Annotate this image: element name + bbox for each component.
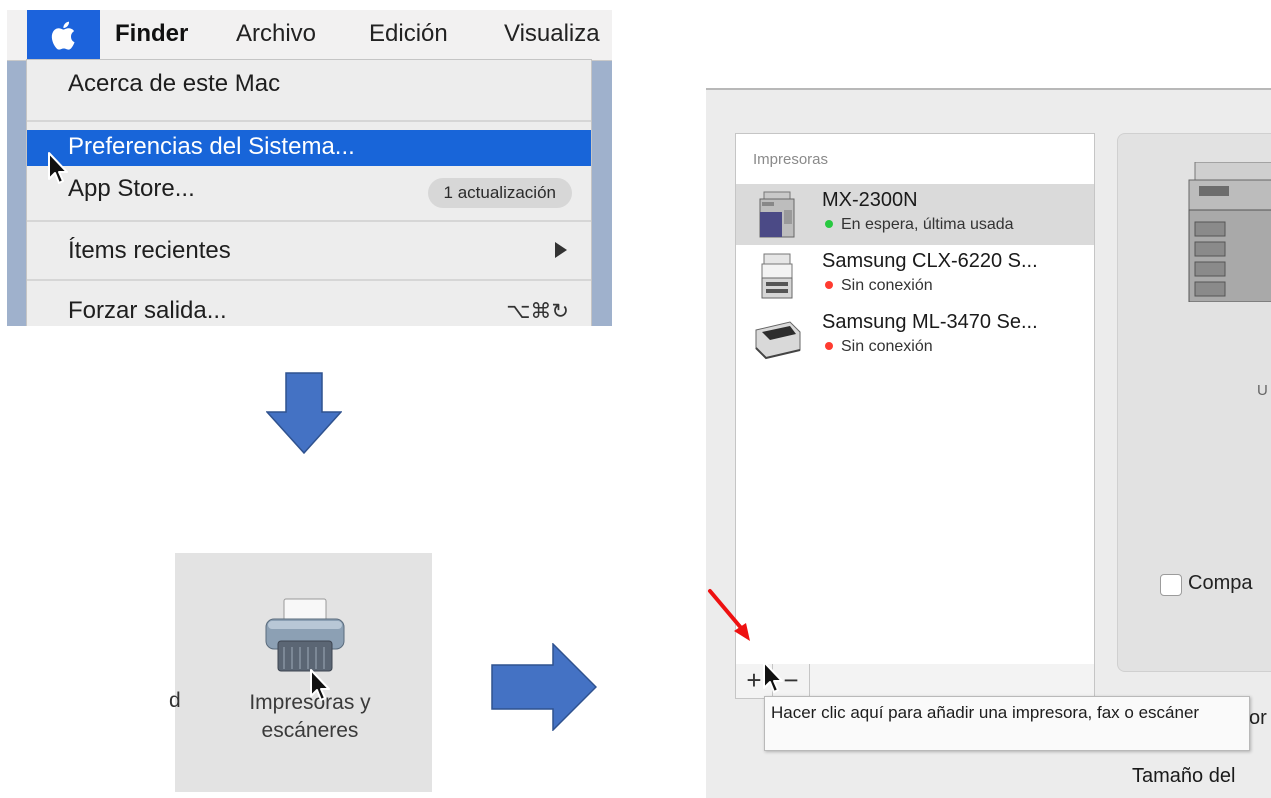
menu-visualizacion[interactable]: Visualiza — [504, 20, 600, 48]
menu-separator — [27, 220, 591, 222]
printer-status-text: Sin conexión — [841, 338, 933, 355]
menu-separator — [27, 120, 591, 122]
red-pointer-arrow-icon — [708, 589, 750, 641]
mouse-cursor-icon — [310, 669, 330, 701]
printer-status-text: Sin conexión — [841, 277, 933, 294]
menu-archivo[interactable]: Archivo — [236, 20, 316, 48]
printer-row[interactable]: Samsung CLX-6220 S... Sin conexión — [736, 245, 1094, 306]
mouse-cursor-icon — [48, 152, 68, 184]
apple-menu-screenshot: Finder Archivo Edición Visualiza Acerca … — [7, 10, 612, 326]
printer-name: MX-2300N — [822, 189, 918, 211]
printer-status: Sin conexión — [822, 338, 933, 356]
add-printer-tooltip: Hacer clic aquí para añadir una impresor… — [764, 696, 1250, 751]
printers-scanners-pane[interactable]: d Impresoras y escáneres — [169, 553, 432, 792]
mouse-cursor-icon — [763, 661, 783, 693]
apple-logo-icon — [51, 21, 74, 50]
printer-status: Sin conexión — [822, 277, 933, 295]
keyboard-shortcut: ⌥⌘↻ — [506, 300, 569, 323]
update-badge: 1 actualización — [427, 178, 572, 208]
arrow-right-icon — [491, 643, 597, 731]
printer-list-header: Impresoras — [753, 151, 829, 168]
menu-item-system-preferences[interactable]: Preferencias del Sistema... — [27, 130, 591, 166]
status-offline-dot-icon — [825, 342, 833, 351]
menu-item-label: Ítems recientes — [68, 237, 231, 264]
menu-item-app-store[interactable]: App Store... 1 actualización — [27, 168, 591, 212]
share-printer-checkbox[interactable] — [1160, 574, 1182, 596]
status-offline-dot-icon — [825, 281, 833, 290]
printer-status: En espera, última usada — [822, 216, 1014, 234]
printer-list: Impresoras MX-2300N En espera, última us… — [735, 133, 1095, 665]
printer-detail-text: U — [1257, 382, 1268, 399]
multifunction-printer-icon — [761, 253, 793, 299]
menu-item-recent-items[interactable]: Ítems recientes — [27, 228, 591, 272]
partial-label: or — [1249, 707, 1267, 729]
menu-finder[interactable]: Finder — [115, 20, 188, 48]
menu-item-about-mac[interactable]: Acerca de este Mac — [27, 70, 591, 110]
submenu-arrow-icon — [555, 242, 567, 258]
printer-row[interactable]: Samsung ML-3470 Se... Sin conexión — [736, 306, 1094, 367]
arrow-down-icon — [266, 372, 342, 454]
copier-printer-icon — [759, 191, 795, 238]
paper-size-label: Tamaño del — [1132, 765, 1236, 787]
apple-menu-dropdown: Acerca de este Mac Preferencias del Sist… — [27, 60, 591, 326]
laser-printer-icon — [755, 321, 801, 360]
menu-item-label: Preferencias del Sistema... — [68, 133, 355, 160]
printer-name: Samsung CLX-6220 S... — [822, 250, 1038, 272]
share-printer-label: Compa — [1188, 572, 1253, 594]
printer-status-text: En espera, última usada — [841, 216, 1014, 233]
menu-item-label: Forzar salida... — [68, 297, 227, 324]
menu-edicion[interactable]: Edición — [369, 20, 448, 48]
printer-name: Samsung ML-3470 Se... — [822, 311, 1038, 333]
printer-row[interactable]: MX-2300N En espera, última usada — [736, 184, 1094, 245]
menu-bar: Finder Archivo Edición Visualiza — [7, 10, 612, 61]
menu-item-force-quit[interactable]: Forzar salida... ⌥⌘↻ — [27, 288, 591, 326]
printer-icon — [265, 598, 345, 672]
apple-menu-button[interactable] — [27, 10, 100, 60]
printer-detail-panel: U Compa — [1117, 133, 1271, 672]
menu-item-label: App Store... — [68, 175, 195, 202]
printer-list-toolbar: + − — [735, 664, 1095, 699]
copier-printer-large-icon — [1188, 162, 1271, 302]
menu-item-label: Acerca de este Mac — [68, 70, 281, 97]
menu-separator — [27, 279, 591, 281]
printers-window: Impresoras MX-2300N En espera, última us… — [706, 88, 1271, 798]
status-online-dot-icon — [825, 220, 833, 229]
partial-pane-label: d — [169, 689, 181, 712]
